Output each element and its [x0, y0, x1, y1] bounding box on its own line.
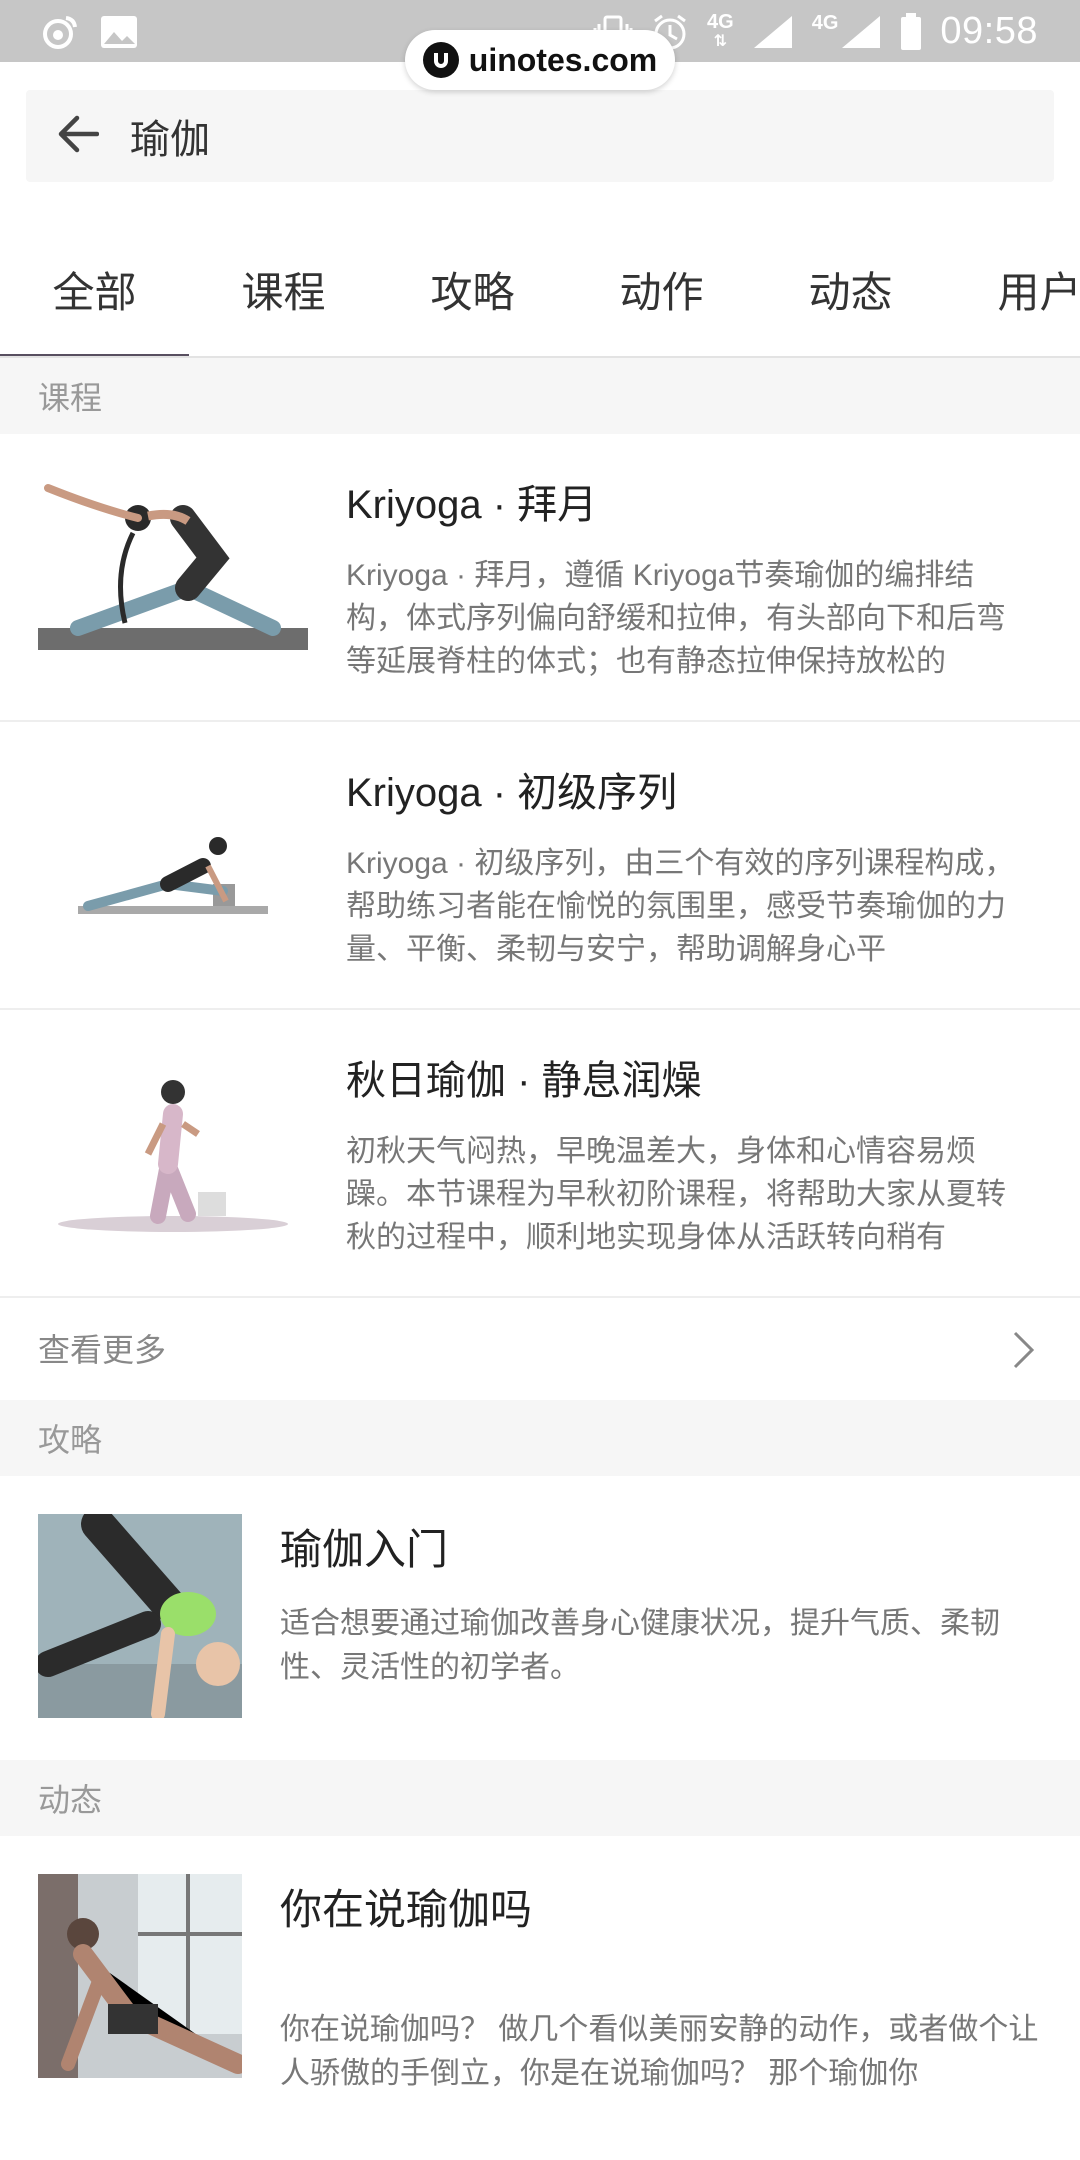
tab-poses[interactable]: 动作 — [567, 230, 756, 356]
moment-thumbnail — [38, 1874, 242, 2078]
section-header-moments: 动态 — [0, 1760, 1080, 1836]
course-title: Kriyoga · 初级序列 — [346, 771, 678, 815]
course-thumbnail — [38, 478, 308, 674]
course-thumbnail — [38, 1054, 308, 1250]
section-header-guides: 攻略 — [0, 1400, 1080, 1476]
course-item[interactable]: 秋日瑜伽 · 静息润燥 初秋天气闷热，早晚温差大，身体和心情容易烦躁。本节课程为… — [0, 1010, 1080, 1298]
course-thumbnail — [38, 766, 308, 962]
uinotes-logo-icon — [422, 42, 459, 78]
guide-thumbnail — [38, 1514, 242, 1718]
section-header-courses: 课程 — [0, 358, 1080, 434]
category-tabs: 全部 课程 攻略 动作 动态 用户 — [0, 230, 1080, 358]
course-item[interactable]: Kriyoga · 初级序列 Kriyoga · 初级序列，由三个有效的序列课程… — [0, 722, 1080, 1010]
guide-title: 瑜伽入门 — [280, 1526, 449, 1573]
course-description: Kriyoga · 初级序列，由三个有效的序列课程构成，帮助练习者能在愉悦的氛围… — [346, 847, 1015, 966]
tab-users[interactable]: 用户 — [945, 230, 1080, 356]
back-button[interactable] — [26, 90, 130, 182]
battery-icon — [900, 12, 922, 51]
watermark-badge: uinotes.com — [405, 30, 675, 90]
network-4g-label-2: 4G — [811, 12, 839, 34]
tab-moments[interactable]: 动态 — [756, 230, 945, 356]
tab-courses[interactable]: 课程 — [189, 230, 378, 356]
watermark-text: uinotes.com — [468, 41, 658, 78]
signal-icon — [752, 14, 794, 50]
gallery-icon — [100, 15, 138, 49]
moment-item[interactable]: 你在说瑜伽吗 你在说瑜伽吗？ 做几个看似美丽安静的动作，或者做个让人骄傲的手倒立… — [0, 1836, 1080, 2116]
see-more-courses[interactable]: 查看更多 — [0, 1296, 1080, 1400]
course-title: Kriyoga · 拜月 — [346, 483, 598, 527]
network-4g-label: 4G ⇅ — [707, 10, 734, 50]
tab-all[interactable]: 全部 — [0, 230, 189, 356]
guide-description: 适合想要通过瑜伽改善身心健康状况，提升气质、柔韧性、灵活性的初学者。 — [280, 1607, 1000, 1684]
arrow-left-icon — [57, 115, 100, 158]
moment-description: 你在说瑜伽吗？ 做几个看似美丽安静的动作，或者做个让人骄傲的手倒立，你是在说瑜伽… — [280, 2013, 1039, 2090]
chevron-right-icon — [1012, 1330, 1036, 1378]
course-description: 初秋天气闷热，早晚温差大，身体和心情容易烦躁。本节课程为早秋初阶课程，将帮助大家… — [346, 1135, 1006, 1254]
tab-guides[interactable]: 攻略 — [378, 230, 567, 356]
moment-title: 你在说瑜伽吗 — [280, 1886, 533, 1933]
course-title: 秋日瑜伽 · 静息润燥 — [346, 1059, 702, 1103]
status-time: 09:58 — [940, 10, 1038, 52]
search-query[interactable]: 瑜伽 — [130, 107, 210, 165]
signal-icon — [840, 14, 882, 50]
course-item[interactable]: Kriyoga · 拜月 Kriyoga · 拜月，遵循 Kriyoga节奏瑜伽… — [0, 434, 1080, 722]
course-description: Kriyoga · 拜月，遵循 Kriyoga节奏瑜伽的编排结构，体式序列偏向舒… — [346, 559, 1006, 678]
weibo-icon — [40, 14, 80, 50]
see-more-label: 查看更多 — [38, 1332, 167, 1368]
guide-item[interactable]: 瑜伽入门 适合想要通过瑜伽改善身心健康状况，提升气质、柔韧性、灵活性的初学者。 — [0, 1476, 1080, 1756]
search-header[interactable]: 瑜伽 — [26, 90, 1054, 182]
